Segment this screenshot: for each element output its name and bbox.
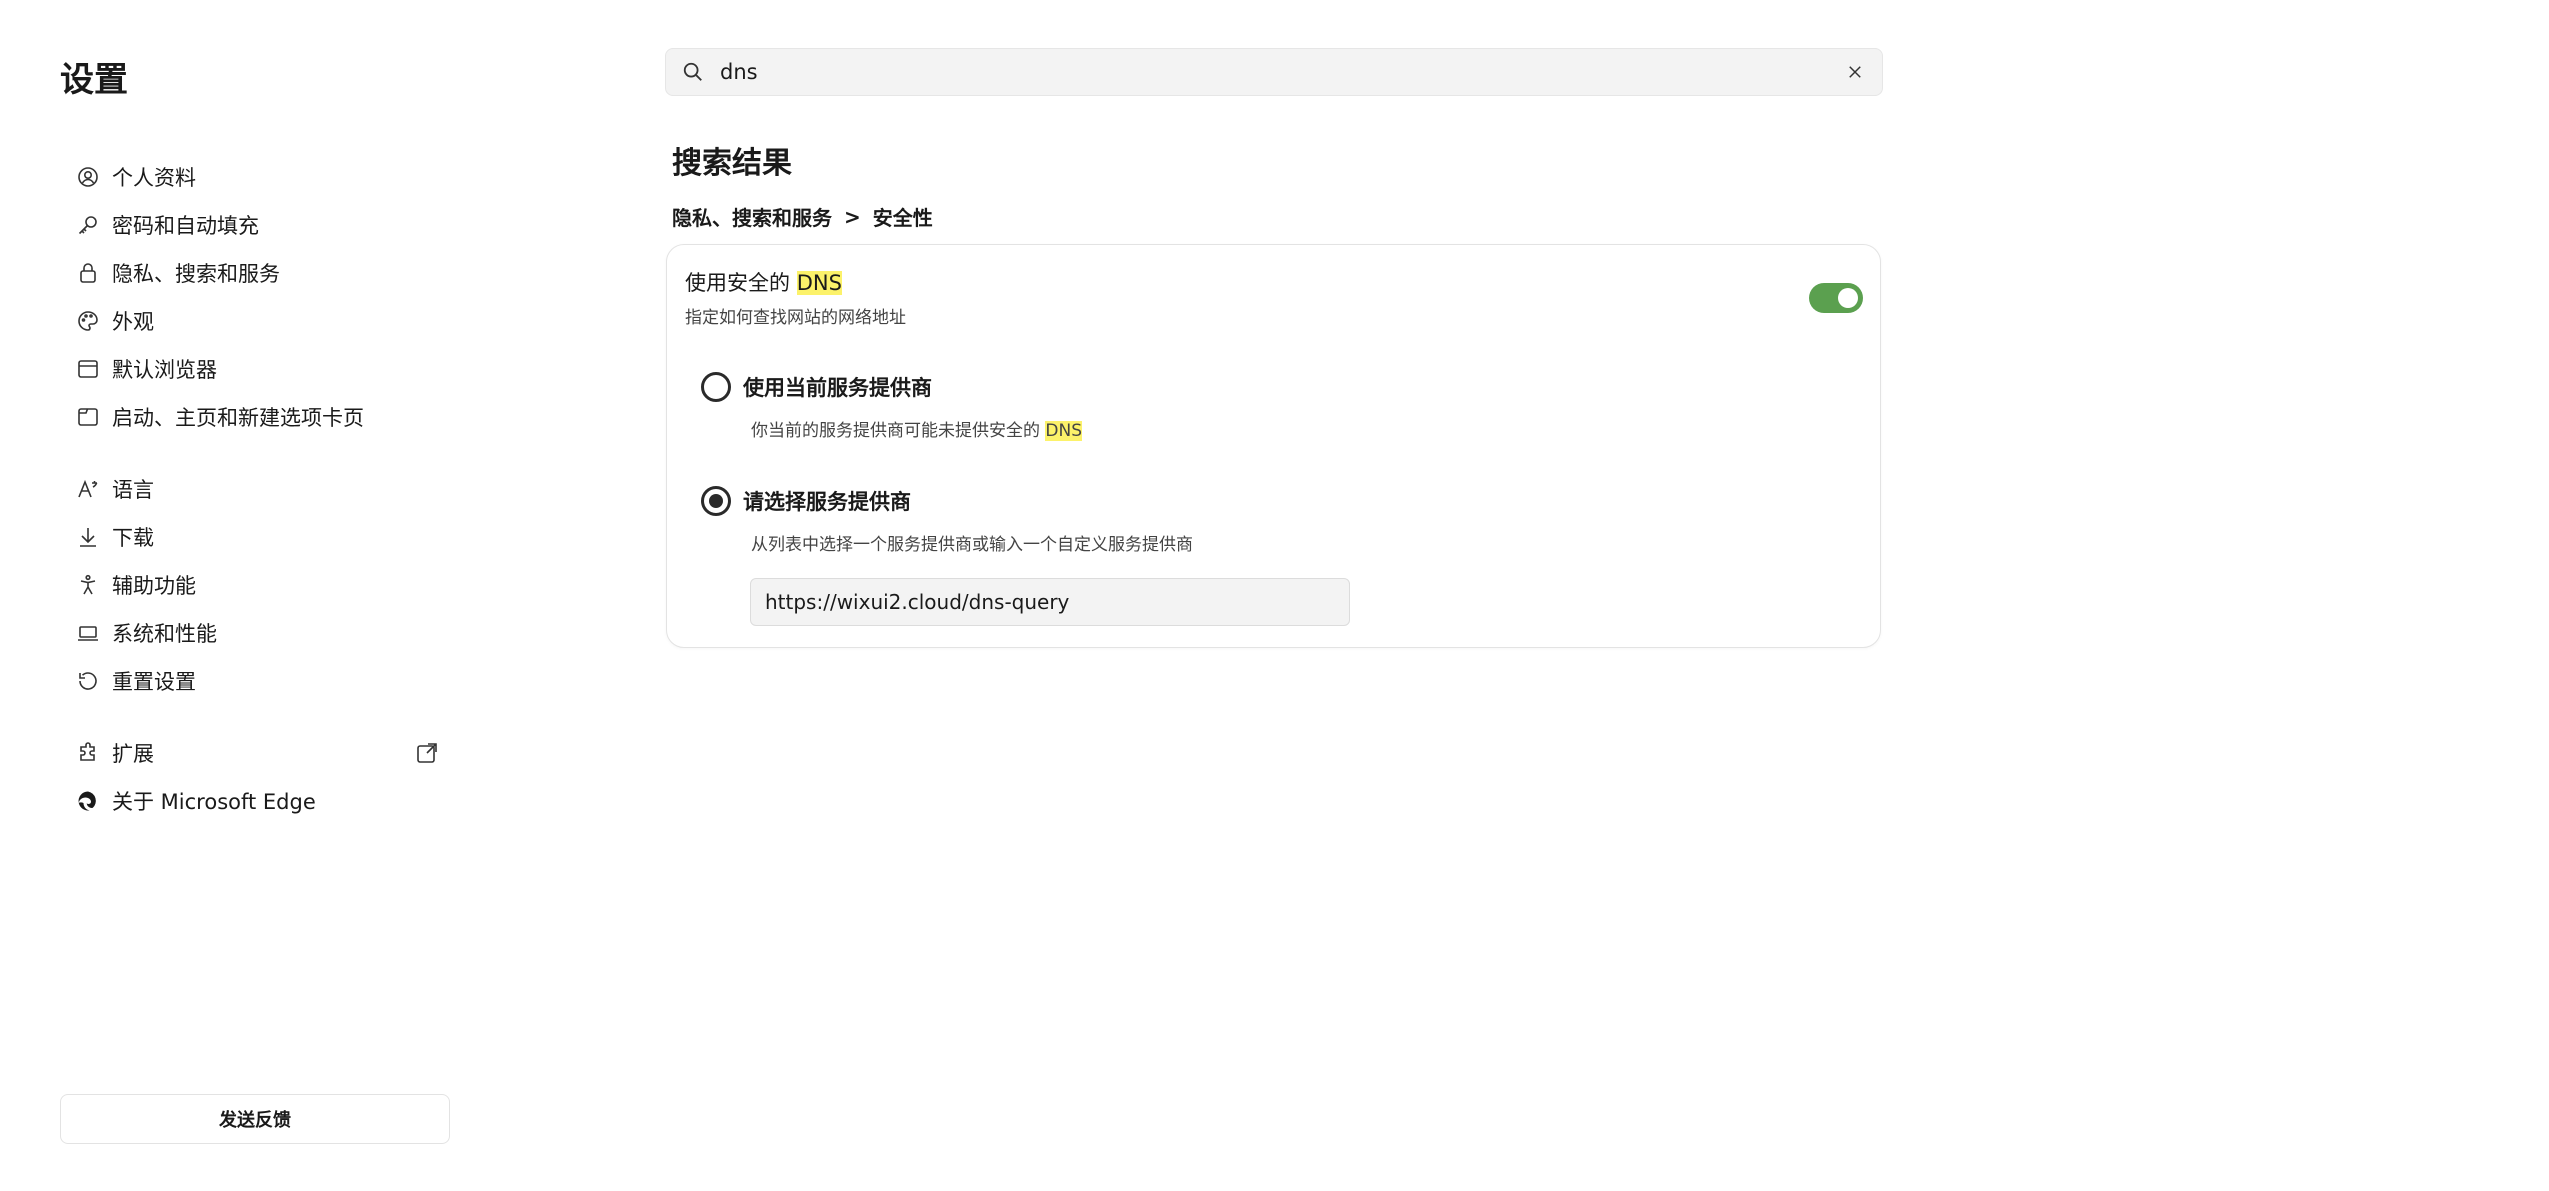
secure-dns-toggle[interactable] [1809, 283, 1863, 313]
breadcrumb: 隐私、搜索和服务 > 安全性 [672, 202, 933, 231]
reset-icon [74, 667, 102, 695]
sidebar-item-privacy[interactable]: 隐私、搜索和服务 [74, 251, 440, 295]
sidebar-item-label: 启动、主页和新建选项卡页 [112, 406, 364, 430]
puzzle-icon [74, 739, 102, 767]
setting-title-text: 使用安全的 [685, 271, 797, 295]
sidebar-item-label: 下载 [112, 526, 154, 550]
home-tab-icon [74, 403, 102, 431]
language-icon [74, 475, 102, 503]
send-feedback-button[interactable]: 发送反馈 [60, 1094, 450, 1144]
search-input[interactable] [706, 59, 1842, 85]
laptop-icon [74, 619, 102, 647]
sidebar-item-label: 关于 Microsoft Edge [112, 790, 316, 814]
setting-title: 使用安全的 DNS [685, 267, 842, 297]
secure-dns-card: 使用安全的 DNS 指定如何查找网站的网络地址 使用当前服务提供商 你当前的服务… [666, 244, 1881, 648]
option-choose-provider[interactable]: 请选择服务提供商 [701, 486, 911, 516]
sidebar-item-label: 扩展 [112, 742, 154, 766]
toggle-knob [1838, 288, 1858, 308]
profile-icon [74, 163, 102, 191]
search-results-title: 搜索结果 [672, 146, 792, 181]
sidebar-item-downloads[interactable]: 下载 [74, 515, 440, 559]
sidebar-item-label: 隐私、搜索和服务 [112, 262, 280, 286]
breadcrumb-current: 安全性 [872, 206, 933, 230]
sidebar-item-label: 语言 [112, 478, 154, 502]
close-icon[interactable] [1842, 59, 1868, 85]
sidebar-item-appearance[interactable]: 外观 [74, 299, 440, 343]
palette-icon [74, 307, 102, 335]
sidebar-item-profile[interactable]: 个人资料 [74, 155, 440, 199]
search-bar [665, 48, 1883, 96]
sidebar-item-reset[interactable]: 重置设置 [74, 659, 440, 703]
sidebar-item-label: 密码和自动填充 [112, 214, 259, 238]
download-icon [74, 523, 102, 551]
edge-icon [74, 787, 102, 815]
sidebar-item-label: 重置设置 [112, 670, 196, 694]
setting-description: 指定如何查找网站的网络地址 [685, 308, 906, 328]
sidebar-item-label: 辅助功能 [112, 574, 196, 598]
sidebar-item-system[interactable]: 系统和性能 [74, 611, 440, 655]
sidebar-item-label: 默认浏览器 [112, 358, 217, 382]
external-link-icon[interactable] [414, 740, 440, 766]
sidebar: 设置 个人资料 密码和自动填充 隐私、搜索和服务 外观 默认浏览器 启动、主页和… [0, 0, 470, 1191]
sidebar-item-accessibility[interactable]: 辅助功能 [74, 563, 440, 607]
option-label: 请选择服务提供商 [743, 490, 911, 514]
sidebar-item-label: 个人资料 [112, 166, 196, 190]
custom-provider-input[interactable] [750, 578, 1350, 626]
option-label: 使用当前服务提供商 [743, 376, 932, 400]
lock-icon [74, 259, 102, 287]
sidebar-item-extensions[interactable]: 扩展 [74, 731, 440, 775]
sidebar-item-about[interactable]: 关于 Microsoft Edge [74, 779, 440, 823]
sidebar-item-passwords[interactable]: 密码和自动填充 [74, 203, 440, 247]
search-highlight: DNS [796, 271, 842, 295]
search-icon [680, 59, 706, 85]
option-current-provider[interactable]: 使用当前服务提供商 [701, 372, 932, 402]
option-description-text: 你当前的服务提供商可能未提供安全的 [751, 421, 1046, 441]
sidebar-item-label: 系统和性能 [112, 622, 217, 646]
search-highlight: DNS [1045, 421, 1083, 441]
radio-checked[interactable] [701, 486, 731, 516]
sidebar-item-label: 外观 [112, 310, 154, 334]
sidebar-item-default-browser[interactable]: 默认浏览器 [74, 347, 440, 391]
radio-unchecked[interactable] [701, 372, 731, 402]
sidebar-item-startup[interactable]: 启动、主页和新建选项卡页 [74, 395, 440, 439]
app-title: 设置 [60, 60, 128, 100]
breadcrumb-parent[interactable]: 隐私、搜索和服务 [672, 202, 832, 231]
breadcrumb-separator: > [844, 204, 861, 229]
sidebar-item-language[interactable]: 语言 [74, 467, 440, 511]
browser-icon [74, 355, 102, 383]
option-description: 你当前的服务提供商可能未提供安全的 DNS [751, 416, 1083, 441]
option-description: 从列表中选择一个服务提供商或输入一个自定义服务提供商 [751, 535, 1193, 555]
key-icon [74, 211, 102, 239]
accessibility-icon [74, 571, 102, 599]
